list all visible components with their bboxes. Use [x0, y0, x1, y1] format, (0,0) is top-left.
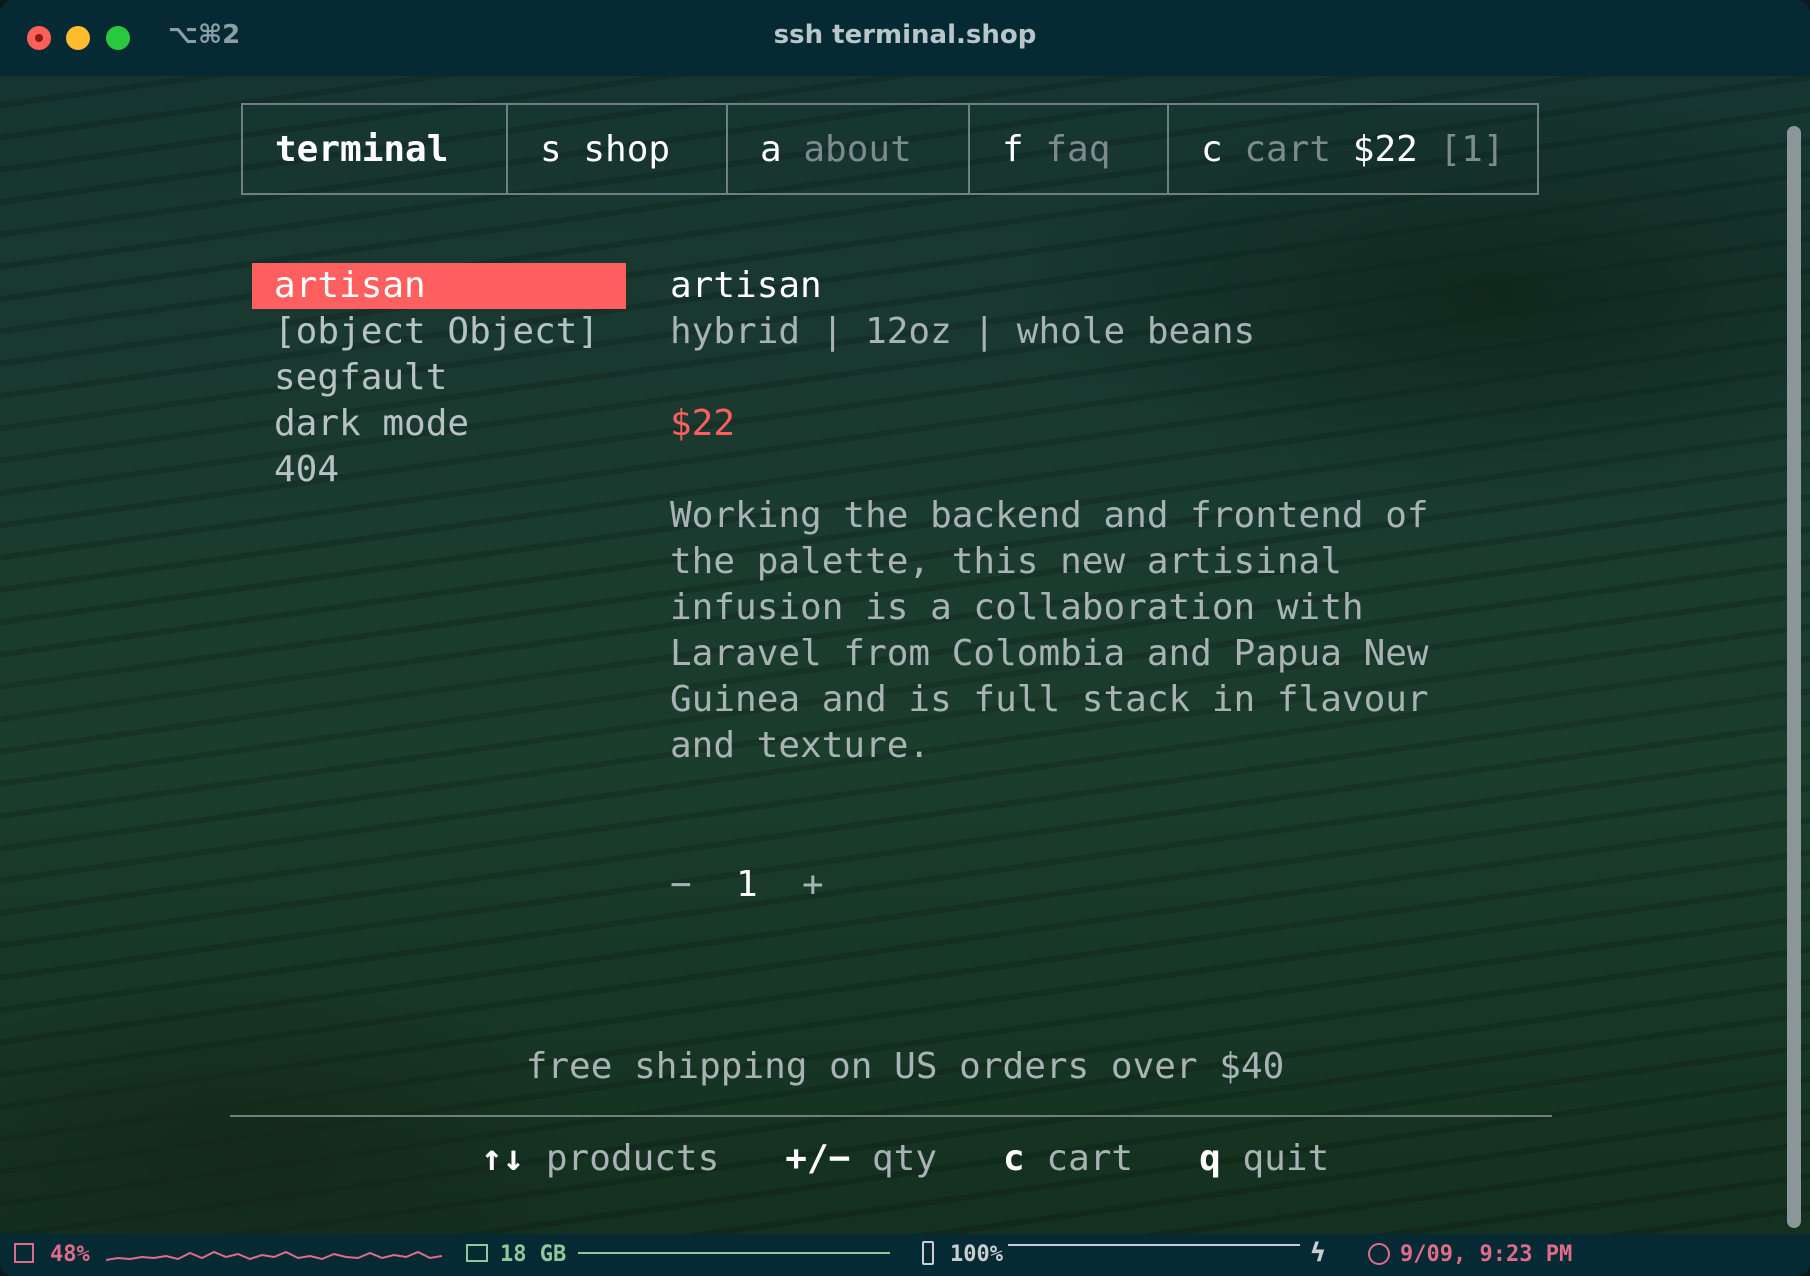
tab-shop-label: shop — [583, 128, 671, 170]
description-line: the palette, this new artisinal — [670, 541, 1342, 582]
tab-faq-key: f — [1002, 128, 1024, 170]
help-desc: cart — [1046, 1138, 1134, 1179]
tab-faq[interactable]: f faq — [970, 105, 1169, 193]
description-line: and texture. — [670, 725, 931, 766]
decrease-quantity-button[interactable]: − — [670, 862, 736, 908]
description-line: Working the backend and frontend of — [670, 495, 1429, 536]
memory-graph — [578, 1252, 890, 1258]
description-line: Guinea and is full stack in flavour — [670, 679, 1429, 720]
tab-terminal[interactable]: terminal — [243, 105, 508, 193]
help-desc: quit — [1242, 1138, 1330, 1179]
help-quit[interactable]: q quit — [1199, 1138, 1329, 1179]
tab-shop[interactable]: s shop — [508, 105, 728, 193]
tab-faq-label: faq — [1045, 128, 1111, 170]
cart-total: $22 — [1352, 128, 1418, 170]
product-description: Working the backend and frontend of the … — [670, 493, 1470, 769]
tab-cart[interactable]: c cart $22 [1] — [1169, 105, 1537, 193]
product-meta: hybrid | 12oz | whole beans — [670, 311, 1256, 352]
tab-cart-label: cart — [1244, 128, 1332, 170]
brand-logo: terminal — [275, 128, 449, 170]
product-item-object-object[interactable]: [object Object] — [252, 309, 626, 355]
help-qty[interactable]: +/− qty — [785, 1138, 937, 1179]
terminal-window: ⌥⌘2 ssh terminal.shop terminal s shop a … — [0, 0, 1810, 1276]
bolt-icon: ϟ — [1310, 1238, 1326, 1268]
tab-about[interactable]: a about — [728, 105, 970, 193]
keybinding-help: ↑↓ products +/− qty c cart q quit — [0, 1138, 1810, 1179]
title-bar: ⌥⌘2 ssh terminal.shop — [0, 0, 1810, 76]
cart-count: [1] — [1439, 128, 1505, 170]
description-line: Laravel from Colombia and Papua New — [670, 633, 1429, 674]
product-price: $22 — [670, 403, 736, 444]
tab-cart-key: c — [1201, 128, 1223, 170]
divider — [230, 1115, 1552, 1117]
battery-icon — [922, 1241, 934, 1265]
battery-graph — [1008, 1244, 1300, 1250]
product-item-404[interactable]: 404 — [252, 447, 626, 493]
product-item-dark-mode[interactable]: dark mode — [252, 401, 626, 447]
cpu-sparkline — [106, 1250, 442, 1261]
tab-about-label: about — [803, 128, 912, 170]
arrow-keys-icon: ↑↓ — [480, 1138, 525, 1179]
product-name: artisan — [670, 265, 822, 306]
date-time: 9/09, 9:23 PM — [1400, 1242, 1573, 1267]
increase-quantity-button[interactable]: + — [802, 862, 868, 908]
help-products[interactable]: ↑↓ products — [481, 1138, 719, 1179]
product-item-segfault[interactable]: segfault — [252, 355, 626, 401]
scrollbar[interactable] — [1787, 126, 1801, 1228]
description-line: infusion is a collaboration with — [670, 587, 1364, 628]
memory-icon — [466, 1244, 488, 1262]
help-desc: products — [545, 1138, 720, 1179]
product-item-artisan[interactable]: artisan — [252, 263, 626, 309]
battery-level: 100% — [950, 1242, 1003, 1267]
tab-about-key: a — [760, 128, 782, 170]
nav-tabs: terminal s shop a about f faq c cart $22… — [241, 103, 1539, 195]
help-key: c — [1003, 1138, 1025, 1179]
shipping-note: free shipping on US orders over $40 — [525, 1046, 1285, 1087]
clock-icon — [1368, 1243, 1390, 1265]
cpu-usage: 48% — [50, 1242, 90, 1267]
memory-usage: 18 GB — [500, 1242, 567, 1267]
status-bar: 48% 18 GB 100% ϟ 9/09, 9:23 PM — [0, 1234, 1810, 1276]
help-cart[interactable]: c cart — [1003, 1138, 1133, 1179]
window-title: ssh terminal.shop — [773, 20, 1037, 50]
tab-shop-key: s — [540, 128, 562, 170]
cpu-icon — [14, 1243, 34, 1263]
help-key: q — [1199, 1138, 1221, 1179]
product-list: artisan [object Object] segfault dark mo… — [252, 263, 626, 493]
quantity-value: 1 — [736, 864, 758, 905]
quantity-stepper: − 1 + — [670, 862, 868, 908]
help-key: +/− — [785, 1138, 851, 1179]
help-desc: qty — [871, 1138, 938, 1179]
product-detail: artisan hybrid | 12oz | whole beans $22 … — [670, 263, 1470, 769]
